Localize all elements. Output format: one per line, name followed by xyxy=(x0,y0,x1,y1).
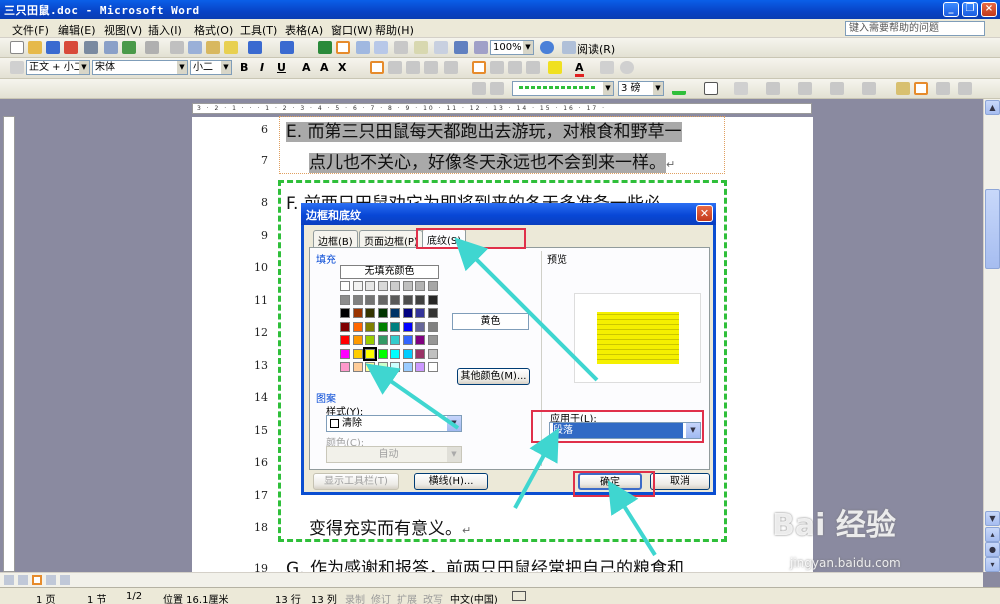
arrow-to-shading-tab xyxy=(454,237,599,382)
arrow-to-yellow-swatch xyxy=(365,363,460,430)
baidu-watermark: Bai 经验 xyxy=(772,508,896,543)
arrow-to-ok xyxy=(607,480,657,557)
baidu-watermark-url: jingyan.baidu.com xyxy=(790,556,901,570)
arrow-to-apply-to xyxy=(513,427,559,509)
